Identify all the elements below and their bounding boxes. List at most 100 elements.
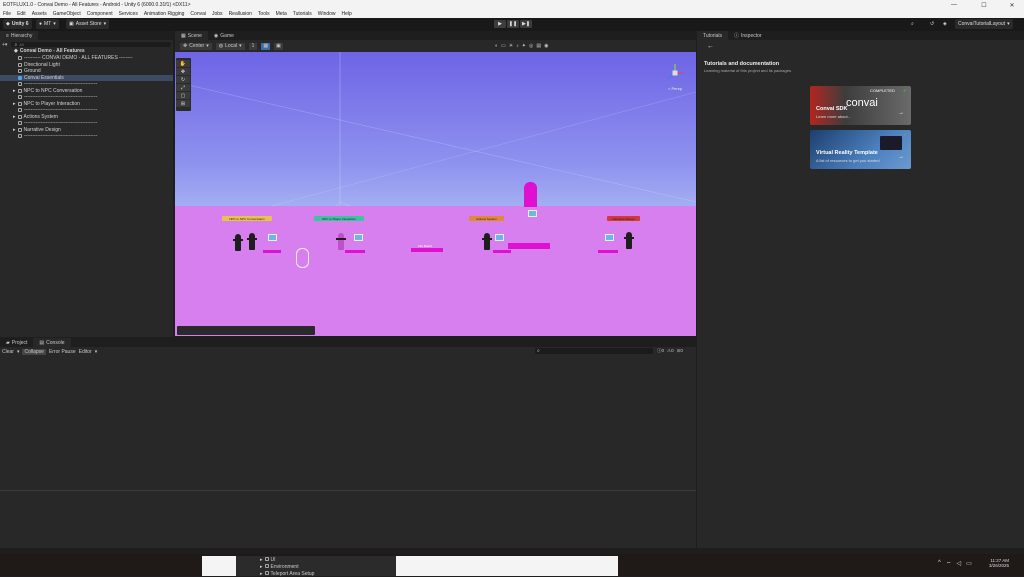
history-button[interactable]: ↺: [927, 19, 937, 29]
draw-mode-icon[interactable]: ◐: [495, 43, 498, 49]
menu-reallusion[interactable]: Reallusion: [229, 11, 252, 17]
arrow-right-icon: →: [898, 154, 904, 160]
lighting-icon[interactable]: ☀: [509, 43, 513, 49]
pause-icon: ❚❚: [508, 21, 518, 27]
orientation-gizmo[interactable]: < Persp: [664, 62, 686, 92]
collapse-button[interactable]: Collapse: [22, 348, 46, 355]
menu-gameobject[interactable]: GameObject: [53, 11, 81, 17]
asset-store-label: Asset Store: [75, 21, 102, 27]
prefab-marker-icon: [605, 234, 614, 241]
npc-character[interactable]: [336, 233, 346, 250]
tab-project[interactable]: ▰ Project: [0, 338, 33, 347]
warning-count-button[interactable]: ⚠0: [667, 348, 674, 354]
menu-component[interactable]: Component: [87, 11, 113, 17]
scene-viewport[interactable]: NPC to NPC Conversation NPC to Player In…: [175, 52, 696, 336]
layers-button[interactable]: ◈: [940, 19, 950, 29]
npc-character[interactable]: [233, 234, 243, 251]
snap-field[interactable]: 1: [248, 42, 258, 50]
menu-animation-rigging[interactable]: Animation Rigging: [144, 11, 185, 17]
player-capsule[interactable]: [296, 248, 309, 268]
account-dropdown[interactable]: ● MT ▾: [36, 19, 59, 29]
npc-character[interactable]: [624, 232, 634, 249]
wifi-icon[interactable]: ⌔: [946, 560, 952, 568]
menu-convai[interactable]: Convai: [190, 11, 206, 17]
clear-button[interactable]: Clear: [2, 349, 14, 355]
npc-character[interactable]: [247, 233, 257, 250]
close-icon[interactable]: ✕: [1002, 0, 1022, 10]
chevron-down-icon[interactable]: ▾: [95, 349, 98, 355]
menu-file[interactable]: File: [3, 11, 11, 17]
error-count-button[interactable]: ⊘0: [677, 348, 683, 354]
back-arrow-icon[interactable]: ←: [707, 43, 714, 50]
layout-dropdown[interactable]: ConvaiTutorialLayout ▾: [955, 19, 1013, 29]
clock[interactable]: 11:27 AM 3/26/2025: [983, 558, 1009, 568]
hand-tool-button[interactable]: ✋: [176, 60, 190, 67]
gizmos-icon[interactable]: ◉: [544, 43, 548, 49]
error-pause-button[interactable]: Error Pause: [49, 349, 76, 355]
menu-assets[interactable]: Assets: [32, 11, 47, 17]
editor-dropdown[interactable]: Editor: [79, 349, 92, 355]
volume-icon[interactable]: ◁: [956, 560, 961, 568]
tab-game[interactable]: ◉ Game: [208, 31, 240, 40]
scene-root-row[interactable]: ◆ Convai Demo - All Features: [14, 48, 85, 55]
unity-account-button[interactable]: ◆ Unity 6: [3, 19, 32, 29]
add-icon[interactable]: +▾: [2, 42, 7, 48]
console-search[interactable]: ⌕: [535, 348, 653, 354]
battery-icon[interactable]: ▭: [966, 560, 972, 568]
store-icon: ▣: [69, 21, 74, 27]
hierarchy-tab-label: Hierarchy: [10, 32, 33, 39]
pause-button[interactable]: ❚❚: [507, 20, 519, 28]
play-button[interactable]: ▶: [494, 20, 506, 28]
menu-help[interactable]: Help: [342, 11, 352, 17]
step-button[interactable]: ▶❚: [520, 20, 532, 28]
menu-services[interactable]: Services: [119, 11, 138, 17]
pivot-dropdown[interactable]: ✥ Center ▾: [180, 42, 212, 50]
tab-tutorials[interactable]: Tutorials: [697, 31, 728, 40]
space-dropdown[interactable]: ◍ Local ▾: [215, 42, 245, 50]
hierarchy-item-separator[interactable]: ----------------------------------------…: [18, 133, 97, 140]
menu-edit[interactable]: Edit: [17, 11, 26, 17]
audio-icon[interactable]: ♪: [516, 43, 519, 49]
menu-tutorials[interactable]: Tutorials: [293, 11, 312, 17]
tab-inspector[interactable]: ⓘ Inspector: [728, 31, 768, 40]
rect-tool-button[interactable]: ▢: [176, 92, 190, 99]
2d-toggle-icon[interactable]: ▭: [501, 43, 506, 49]
expand-arrow-icon: ▸: [13, 100, 16, 107]
menu-tools[interactable]: Tools: [258, 11, 270, 17]
search-icon: ⌕: [911, 21, 914, 27]
tab-scene[interactable]: ▦ Scene: [175, 31, 208, 40]
tutorial-card-convai[interactable]: COMPLETED ✔ convai Convai SDK Learn more…: [810, 86, 911, 125]
chevron-down-icon: ▾: [53, 21, 56, 27]
asset-store-button[interactable]: ▣ Asset Store ▾: [66, 19, 110, 29]
scene-icon: ▦: [181, 32, 186, 39]
hierarchy-search[interactable]: ⌕: [11, 42, 171, 48]
hierarchy-item-label: ----------------------------------------…: [24, 107, 98, 114]
scene-tab-label: Scene: [187, 32, 202, 39]
tab-hierarchy[interactable]: ≡ Hierarchy: [0, 31, 39, 40]
grid-toggle[interactable]: ▦: [261, 42, 271, 50]
hidden-objects-icon[interactable]: ◎: [529, 43, 533, 49]
maximize-icon[interactable]: ☐: [974, 0, 994, 10]
cube-icon: [18, 108, 22, 113]
tab-console[interactable]: ▤ Console: [33, 338, 71, 347]
tutorial-card-vr-template[interactable]: ✔ Virtual Reality Template A list of res…: [810, 130, 911, 169]
chevron-down-icon[interactable]: ▾: [17, 349, 20, 355]
menu-window[interactable]: Window: [318, 11, 336, 17]
hierarchy-search-input[interactable]: [19, 42, 80, 47]
log-count-button[interactable]: ⓘ0: [657, 348, 664, 354]
chevron-up-icon[interactable]: ^: [938, 560, 941, 568]
npc-character[interactable]: [482, 233, 492, 250]
unity-scene-icon: ◆: [14, 48, 18, 55]
move-tool-button[interactable]: ✥: [176, 68, 190, 75]
minimize-icon[interactable]: —: [944, 0, 964, 10]
menu-jobs[interactable]: Jobs: [212, 11, 223, 17]
cube-icon: [264, 571, 269, 575]
transform-tool-button[interactable]: ⊞: [176, 100, 190, 107]
camera-icon[interactable]: ▤: [536, 43, 541, 49]
gizmo-toggle[interactable]: ▣: [274, 42, 283, 50]
scale-tool-button[interactable]: ⤢: [176, 84, 190, 91]
rotate-tool-button[interactable]: ↻: [176, 76, 190, 83]
menu-meta[interactable]: Meta: [276, 11, 287, 17]
effects-icon[interactable]: ✦: [522, 43, 526, 49]
search-button[interactable]: ⌕: [908, 19, 917, 29]
